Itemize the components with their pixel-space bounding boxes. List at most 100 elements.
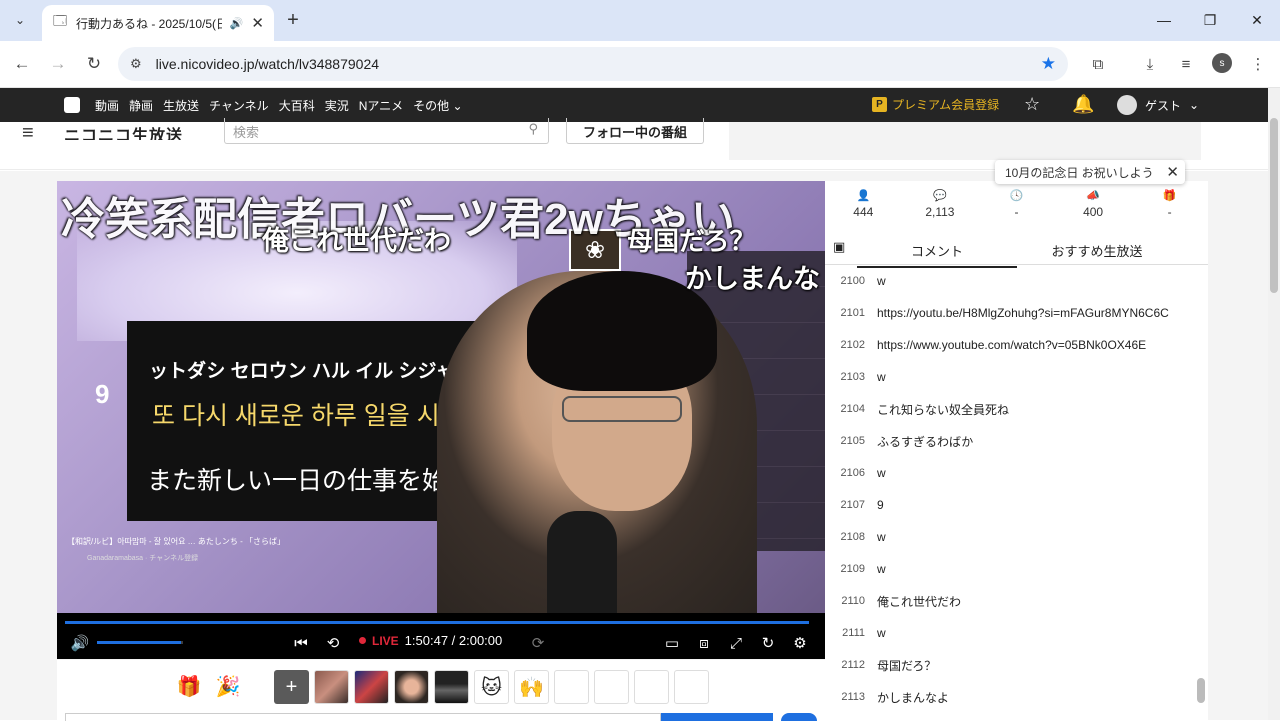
video-player[interactable]: ットダシ セロウン ハル イル シジャ 또 다시 새로운 하루 일을 시 また新… — [57, 181, 825, 659]
ad-cracker-icon[interactable]: 🎉 — [214, 672, 242, 700]
browser-tab[interactable]: 🗔 行動力あるね - 2025/10/5(日 🔊 ✕ — [42, 5, 274, 41]
audio-playing-icon[interactable]: 🔊 — [230, 17, 244, 30]
viewer-icon: 👤 — [856, 190, 871, 202]
nav-seiga[interactable]: 静画 — [129, 97, 153, 114]
bookmark-star-icon[interactable]: ★ — [1041, 54, 1056, 74]
video-frame[interactable]: ットダシ セロウン ハル イル シジャ 또 다시 새로운 하루 일을 시 また新… — [57, 181, 825, 613]
comment-row[interactable]: 2100 w — [825, 265, 1197, 297]
comment-row[interactable]: 2109 w — [825, 553, 1197, 585]
premium-signup-link[interactable]: P プレミアム会員登録 — [872, 96, 999, 113]
notice-close-icon[interactable]: ✕ — [1166, 163, 1179, 181]
comment-row[interactable]: 2112 母国だろ？ — [825, 649, 1197, 681]
emote-stamp-icon[interactable]: 🙌 — [514, 670, 549, 704]
nav-channel[interactable]: チャンネル — [209, 97, 269, 114]
nav-jikkyo[interactable]: 実況 — [325, 97, 349, 114]
comment-text: 俺これ世代だわ — [877, 594, 962, 609]
comment-row[interactable]: 2110 俺これ世代だわ — [825, 585, 1197, 617]
rewind-10-icon[interactable]: ⟲ — [322, 632, 344, 654]
gift-icon: 🎁 — [1162, 190, 1177, 202]
back-icon[interactable]: ← — [10, 52, 34, 76]
comment-number: 2103 — [840, 371, 865, 383]
nav-live[interactable]: 生放送 — [163, 97, 199, 114]
restore-icon[interactable]: ❐ — [1198, 8, 1222, 32]
reload-player-icon[interactable]: ↻ — [757, 632, 779, 654]
forward-10-icon[interactable]: ⟳ — [527, 632, 549, 654]
nav-dic[interactable]: 大百科 — [279, 97, 315, 114]
seek-bar[interactable] — [65, 621, 810, 624]
gift-icon[interactable]: 🎁 — [175, 672, 203, 700]
comment-row[interactable]: 2107 9 — [825, 489, 1197, 521]
page-scrollbar-thumb[interactable] — [1270, 118, 1278, 293]
volume-icon[interactable]: 🔊 — [69, 632, 91, 654]
skip-back-icon[interactable]: ⏮ — [290, 632, 312, 654]
comment-row[interactable]: 2103 w — [825, 361, 1197, 393]
page-scrollbar[interactable] — [1268, 88, 1280, 720]
premium-p-icon: P — [872, 97, 887, 112]
guest-menu[interactable]: ゲスト ⌄ — [1117, 95, 1199, 115]
empty-stamp-slot[interactable] — [594, 670, 629, 704]
hamburger-menu-icon[interactable]: ≡ — [22, 122, 34, 145]
tab-comment[interactable]: コメント — [857, 241, 1017, 268]
comment-number: 2105 — [840, 435, 865, 447]
comment-list[interactable]: 2100 w 2101 https://youtu.be/H8MlgZohuhg?si… — [825, 265, 1197, 720]
add-stamp-button[interactable]: + — [274, 670, 309, 704]
settings-gear-icon[interactable]: ⚙ — [789, 632, 811, 654]
niconico-tv-icon[interactable] — [64, 97, 80, 113]
comment-row[interactable]: 2102 https://www.youtube.com/watch?v=05BN… — [825, 329, 1197, 361]
stamp-thumbnail[interactable] — [354, 670, 389, 704]
menu-kebab-icon[interactable]: ⋮ — [1246, 52, 1270, 76]
panel-tabs: ▣ コメント おすすめ生放送 — [825, 233, 1208, 268]
comment-settings-icon[interactable]: ▣ — [833, 239, 849, 255]
media-control-icon[interactable]: ≡ — [1174, 52, 1198, 76]
notification-bell-icon[interactable]: 🔔 — [1072, 94, 1094, 115]
address-bar[interactable]: ⚙ live.nicovideo.jp/watch/lv348879024 ★ — [118, 47, 1068, 81]
theater-mode-icon[interactable]: ⧈ — [693, 632, 715, 654]
new-tab-icon[interactable]: + — [282, 8, 304, 32]
nav-nanime[interactable]: Nアニメ — [359, 97, 403, 114]
comment-row[interactable]: 2113 かしまんなよ — [825, 681, 1197, 713]
comment-toggle-icon[interactable]: ▭ — [661, 632, 683, 654]
comment-row[interactable]: 2106 w — [825, 457, 1197, 489]
site-logo[interactable]: ニコニコ生放送 — [64, 122, 183, 140]
tab-recommend[interactable]: おすすめ生放送 — [1017, 241, 1177, 260]
nav-video[interactable]: 動画 — [95, 97, 119, 114]
site-info-icon[interactable]: ⚙ — [130, 56, 142, 72]
empty-stamp-slot[interactable] — [634, 670, 669, 704]
profile-avatar[interactable]: s — [1212, 53, 1232, 73]
chevron-down-icon: ⌄ — [1189, 98, 1200, 112]
anniversary-notice[interactable]: 10月の記念日 お祝いしよう ✕ — [995, 160, 1185, 184]
favorite-star-icon[interactable]: ☆ — [1024, 94, 1040, 115]
minimize-icon[interactable]: — — [1152, 8, 1176, 32]
nav-more[interactable]: その他 ⌄ — [413, 97, 462, 114]
cat-stamp-icon[interactable]: 🐱 — [474, 670, 509, 704]
search-input[interactable]: 検索 ⚲ — [224, 118, 549, 144]
comment-text: w — [877, 562, 886, 576]
tab-favicon-icon: 🗔 — [52, 13, 68, 28]
tab-close-icon[interactable]: ✕ — [251, 14, 264, 32]
search-placeholder: 検索 — [233, 125, 260, 140]
stat-comments: 💬 2,113 — [902, 189, 979, 229]
stat-ads: 📣 400 — [1055, 189, 1132, 229]
empty-stamp-slot[interactable] — [554, 670, 589, 704]
comment-row[interactable]: 2105 ふるすぎるわばか — [825, 425, 1197, 457]
reload-icon[interactable]: ↻ — [82, 52, 106, 76]
comment-row[interactable]: 2104 これ知らない奴全員死ね — [825, 393, 1197, 425]
empty-stamp-slot[interactable] — [674, 670, 709, 704]
guest-label: ゲスト — [1145, 98, 1182, 113]
stamp-thumbnail[interactable] — [394, 670, 429, 704]
download-icon[interactable]: ⤓ — [1138, 52, 1162, 76]
stamp-thumbnail[interactable] — [434, 670, 469, 704]
comment-row[interactable]: 2108 w — [825, 521, 1197, 553]
forward-icon[interactable]: → — [46, 52, 70, 76]
extensions-icon[interactable]: ⧉ — [1086, 52, 1110, 76]
tab-search-chevron-icon[interactable]: ⌄ — [8, 8, 32, 32]
window-close-icon[interactable]: ✕ — [1245, 8, 1269, 32]
fullscreen-icon[interactable]: ⤢ — [725, 632, 747, 654]
search-icon[interactable]: ⚲ — [528, 121, 538, 137]
stamp-thumbnail[interactable] — [314, 670, 349, 704]
volume-slider[interactable] — [97, 641, 183, 644]
comment-row[interactable]: 2101 https://youtu.be/H8MlgZohuhg?si=mFAG… — [825, 297, 1197, 329]
follow-programs-button[interactable]: フォロー中の番組 — [566, 118, 704, 144]
comment-row[interactable]: 2111 w — [825, 617, 1197, 649]
comment-list-scrollbar[interactable] — [1197, 678, 1205, 703]
